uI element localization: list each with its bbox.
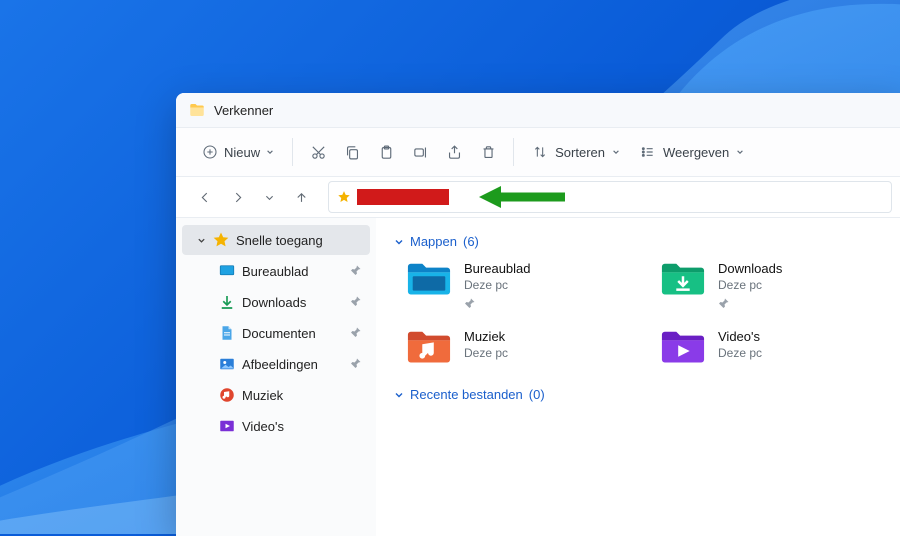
pin-icon [350, 264, 364, 279]
folder-name: Bureaublad [464, 261, 531, 276]
sidebar-item-label: Bureaublad [242, 264, 344, 279]
star-icon [337, 190, 351, 204]
navigation-pane: Snelle toegang Bureaublad Downloads Docu… [176, 218, 376, 536]
new-button-label: Nieuw [224, 145, 260, 160]
paste-button[interactable] [369, 135, 403, 169]
toolbar-separator [292, 138, 293, 166]
forward-button[interactable] [222, 182, 252, 212]
sidebar-item-label: Downloads [242, 295, 344, 310]
group-title: Mappen [410, 234, 457, 249]
sidebar-item-videos[interactable]: Video's [182, 411, 370, 441]
download-icon [218, 293, 236, 311]
view-button-label: Weergeven [663, 145, 729, 160]
sidebar-item-desktop[interactable]: Bureaublad [182, 256, 370, 286]
titlebar[interactable]: Verkenner [176, 93, 900, 127]
document-icon [218, 324, 236, 342]
recent-locations-button[interactable] [254, 182, 284, 212]
navigation-row [176, 177, 900, 218]
chevron-down-icon [394, 237, 404, 247]
group-count: (6) [463, 234, 479, 249]
sidebar-item-label: Video's [242, 419, 370, 434]
toolbar-separator [513, 138, 514, 166]
folder-icon [660, 259, 706, 297]
folder-icon [406, 327, 452, 365]
picture-icon [218, 355, 236, 373]
cut-button[interactable] [301, 135, 335, 169]
pin-icon [350, 357, 364, 372]
new-button[interactable]: Nieuw [192, 135, 284, 169]
pin-icon [464, 297, 476, 309]
window-title: Verkenner [214, 103, 273, 118]
address-redaction [357, 189, 449, 205]
desktop-icon [218, 262, 236, 280]
folder-item-muziek[interactable]: Muziek Deze pc [406, 327, 634, 365]
folder-name: Video's [718, 329, 762, 344]
folder-item-bureaublad[interactable]: Bureaublad Deze pc [406, 259, 634, 309]
star-icon [212, 231, 230, 249]
rename-button[interactable] [403, 135, 437, 169]
video-icon [218, 417, 236, 435]
sidebar-quick-access[interactable]: Snelle toegang [182, 225, 370, 255]
sidebar-item-label: Afbeeldingen [242, 357, 344, 372]
folder-item-videos[interactable]: Video's Deze pc [660, 327, 888, 365]
sidebar-item-label: Snelle toegang [236, 233, 370, 248]
sidebar-item-documents[interactable]: Documenten [182, 318, 370, 348]
chevron-down-icon [196, 236, 206, 245]
command-bar: Nieuw Sorteren Weergeven [176, 127, 900, 177]
group-title: Recente bestanden [410, 387, 523, 402]
music-icon [218, 386, 236, 404]
folder-item-downloads[interactable]: Downloads Deze pc [660, 259, 888, 309]
sidebar-item-label: Muziek [242, 388, 370, 403]
folder-name: Muziek [464, 329, 508, 344]
sort-button-label: Sorteren [555, 145, 605, 160]
folder-location: Deze pc [464, 346, 508, 360]
pin-icon [350, 326, 364, 341]
chevron-down-icon [394, 390, 404, 400]
folder-location: Deze pc [464, 278, 531, 292]
sidebar-item-downloads[interactable]: Downloads [182, 287, 370, 317]
sidebar-item-music[interactable]: Muziek [182, 380, 370, 410]
folder-location: Deze pc [718, 278, 782, 292]
pin-icon [350, 295, 364, 310]
back-button[interactable] [190, 182, 220, 212]
sort-button[interactable]: Sorteren [522, 135, 630, 169]
pin-icon [718, 297, 730, 309]
address-bar[interactable] [328, 181, 892, 213]
explorer-icon [188, 101, 206, 119]
copy-button[interactable] [335, 135, 369, 169]
group-header-folders[interactable]: Mappen (6) [394, 234, 888, 249]
folder-location: Deze pc [718, 346, 762, 360]
annotation-arrow [477, 184, 567, 210]
folder-icon [660, 327, 706, 365]
group-header-recent[interactable]: Recente bestanden (0) [394, 387, 888, 402]
group-count: (0) [529, 387, 545, 402]
delete-button[interactable] [471, 135, 505, 169]
file-explorer-window: Verkenner Nieuw Sorteren Weergeven [176, 93, 900, 533]
sidebar-item-pictures[interactable]: Afbeeldingen [182, 349, 370, 379]
up-button[interactable] [286, 182, 316, 212]
view-button[interactable]: Weergeven [630, 135, 754, 169]
share-button[interactable] [437, 135, 471, 169]
folder-name: Downloads [718, 261, 782, 276]
content-pane: Mappen (6) Bureaublad Deze pc [376, 218, 900, 536]
folder-icon [406, 259, 452, 297]
sidebar-item-label: Documenten [242, 326, 344, 341]
